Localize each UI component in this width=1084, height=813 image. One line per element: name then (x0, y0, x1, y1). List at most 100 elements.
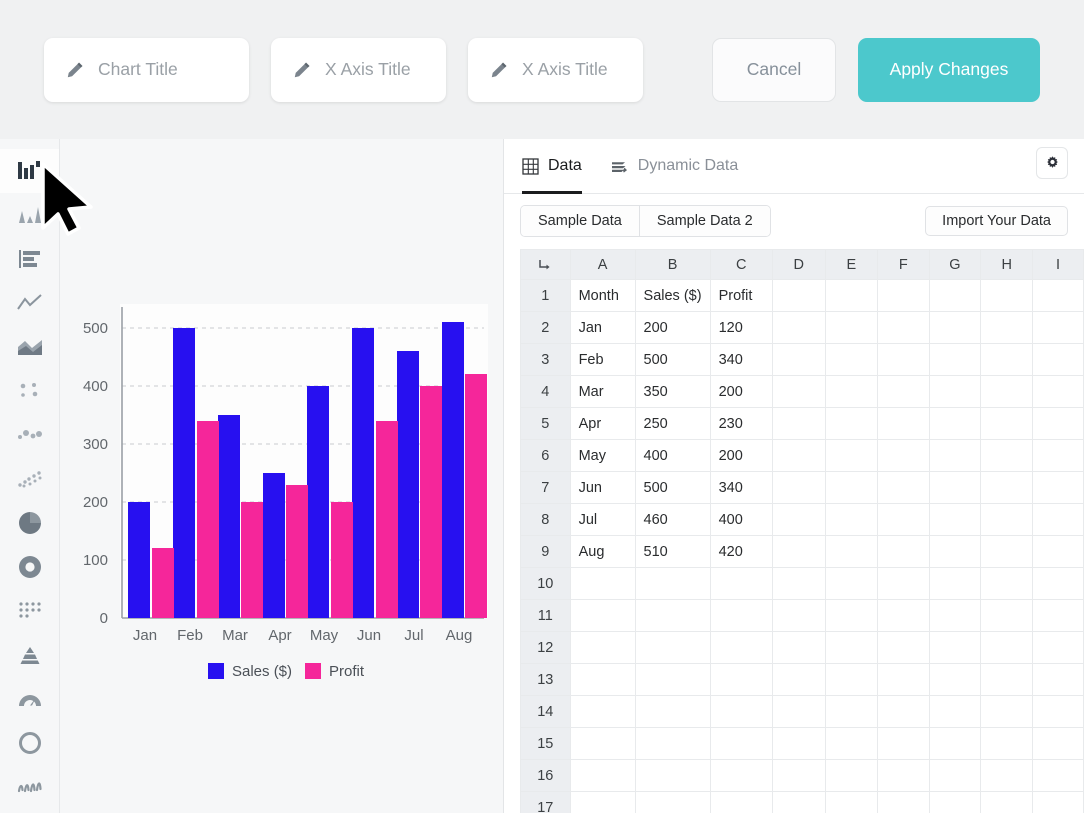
sheet-cell[interactable] (1032, 567, 1084, 600)
column-header-g[interactable]: G (928, 249, 982, 280)
sheet-cell[interactable] (980, 695, 1034, 728)
sheet-cell[interactable] (928, 791, 982, 813)
sheet-cell[interactable] (980, 631, 1034, 664)
sheet-cell[interactable] (824, 791, 879, 813)
sidebar-item-area-chart[interactable] (0, 325, 59, 369)
sheet-cell[interactable] (634, 599, 711, 632)
sheet-cell[interactable] (771, 727, 826, 760)
sheet-cell[interactable] (928, 343, 982, 376)
sheet-cell[interactable]: 420 (709, 535, 773, 568)
sheet-cell[interactable] (980, 375, 1034, 408)
sidebar-item-donut-chart[interactable] (0, 545, 59, 589)
sheet-cell[interactable] (824, 599, 879, 632)
sheet-cell[interactable] (877, 279, 930, 312)
column-header-f[interactable]: F (877, 249, 930, 280)
row-header[interactable]: 6 (520, 439, 571, 472)
sheet-cell[interactable] (824, 407, 879, 440)
sheet-cell[interactable] (980, 759, 1034, 792)
sheet-cell[interactable] (980, 503, 1034, 536)
row-header[interactable]: 4 (520, 375, 571, 408)
sheet-cell[interactable] (771, 599, 826, 632)
sheet-cell[interactable] (928, 631, 982, 664)
sheet-cell[interactable] (877, 535, 930, 568)
sheet-cell[interactable] (877, 471, 930, 504)
sheet-cell[interactable] (928, 279, 982, 312)
column-header-i[interactable]: I (1032, 249, 1084, 280)
sidebar-item-scatter-plot[interactable] (0, 457, 59, 501)
sample-data-2-button[interactable]: Sample Data 2 (638, 206, 770, 236)
sheet-cell[interactable] (634, 567, 711, 600)
sheet-cell[interactable] (877, 631, 930, 664)
sheet-cell[interactable]: Aug (569, 535, 636, 568)
sheet-cell[interactable] (634, 695, 711, 728)
sheet-cell[interactable] (877, 759, 930, 792)
row-header[interactable]: 12 (520, 631, 571, 664)
sheet-cell[interactable] (771, 503, 826, 536)
sheet-cell[interactable]: 350 (634, 375, 711, 408)
sheet-cell[interactable]: 500 (634, 471, 711, 504)
sheet-cell[interactable] (877, 439, 930, 472)
sidebar-item-bar-chart[interactable] (0, 149, 59, 193)
sheet-cell[interactable] (709, 695, 773, 728)
row-header[interactable]: 14 (520, 695, 571, 728)
sheet-cell[interactable] (928, 375, 982, 408)
row-header[interactable]: 11 (520, 599, 571, 632)
sheet-cell[interactable] (1032, 503, 1084, 536)
sheet-cell[interactable] (569, 663, 636, 696)
sheet-cell[interactable] (877, 695, 930, 728)
sheet-cell[interactable] (928, 535, 982, 568)
sheet-cell[interactable] (877, 567, 930, 600)
data-spreadsheet[interactable]: A B C D E F G H I 1 Month Sales ($) Profit 2… (520, 249, 1084, 813)
sheet-cell[interactable] (771, 407, 826, 440)
sheet-cell[interactable] (980, 471, 1034, 504)
sheet-cell[interactable] (1032, 375, 1084, 408)
chart-title-input[interactable]: Chart Title (44, 37, 249, 102)
row-header[interactable]: 9 (520, 535, 571, 568)
sheet-cell[interactable] (824, 439, 879, 472)
column-header-e[interactable]: E (824, 249, 879, 280)
panel-settings-button[interactable] (1036, 147, 1068, 179)
sheet-cell[interactable] (1032, 759, 1084, 792)
sheet-cell[interactable] (569, 567, 636, 600)
sheet-cell[interactable] (1032, 439, 1084, 472)
sheet-cell[interactable] (877, 375, 930, 408)
column-header-a[interactable]: A (569, 249, 636, 280)
row-header[interactable]: 2 (520, 311, 571, 344)
sheet-cell[interactable] (824, 279, 879, 312)
sheet-cell[interactable] (928, 503, 982, 536)
sidebar-item-pie-chart[interactable] (0, 501, 59, 545)
sheet-cell[interactable]: 400 (634, 439, 711, 472)
column-header-c[interactable]: C (709, 249, 773, 280)
sheet-cell[interactable] (771, 471, 826, 504)
bar-chart-preview[interactable]: 0 100 200 300 400 500 Jan Feb Mar Apr Ma… (60, 139, 504, 813)
sidebar-item-horizontal-bar[interactable] (0, 237, 59, 281)
sheet-cell[interactable] (824, 343, 879, 376)
row-header[interactable]: 10 (520, 567, 571, 600)
sheet-cell[interactable] (877, 727, 930, 760)
sheet-cell[interactable] (877, 663, 930, 696)
row-header[interactable]: 5 (520, 407, 571, 440)
row-header[interactable]: 16 (520, 759, 571, 792)
row-header[interactable]: 8 (520, 503, 571, 536)
sheet-cell[interactable] (634, 727, 711, 760)
sheet-cell[interactable] (824, 727, 879, 760)
y-axis-title-input[interactable]: X Axis Title (468, 37, 643, 102)
sheet-cell[interactable]: 200 (709, 439, 773, 472)
sheet-cell[interactable] (569, 759, 636, 792)
row-header[interactable]: 13 (520, 663, 571, 696)
column-header-b[interactable]: B (634, 249, 711, 280)
sheet-cell[interactable] (824, 663, 879, 696)
sheet-cell[interactable] (928, 439, 982, 472)
sheet-cell[interactable] (877, 791, 930, 813)
sheet-cell[interactable] (771, 279, 826, 312)
sheet-cell[interactable]: 200 (709, 375, 773, 408)
sheet-cell[interactable] (1032, 663, 1084, 696)
sheet-cell[interactable] (980, 567, 1034, 600)
sheet-cell[interactable]: Jan (569, 311, 636, 344)
sheet-cell[interactable] (824, 535, 879, 568)
sheet-cell[interactable]: Profit (709, 279, 773, 312)
sidebar-item-gauge-chart[interactable] (0, 677, 59, 721)
sheet-cell[interactable] (1032, 343, 1084, 376)
sheet-cell[interactable]: Jul (569, 503, 636, 536)
sheet-cell[interactable]: 340 (709, 343, 773, 376)
